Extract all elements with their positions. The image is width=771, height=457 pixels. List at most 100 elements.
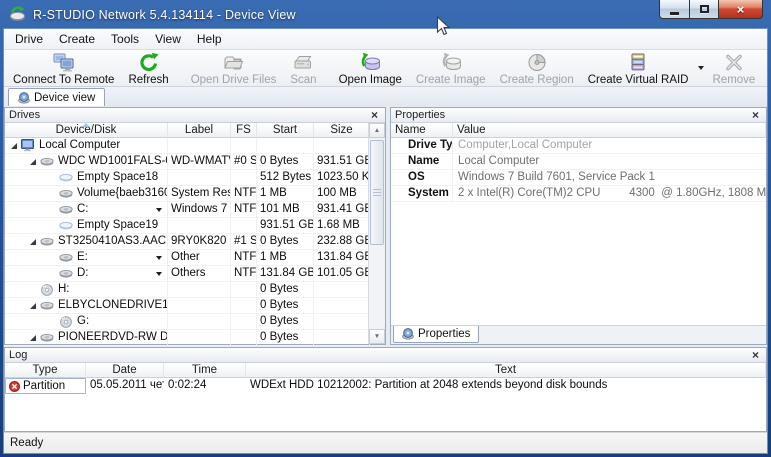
- drives-panel-title: Drives: [9, 109, 40, 121]
- open-image-button[interactable]: Open Image: [332, 51, 409, 86]
- toolbar-button-label: Create Virtual RAID: [588, 74, 689, 86]
- menu-help[interactable]: Help: [189, 29, 230, 49]
- log-row[interactable]: Partition05.05.2011 четв...0:02:24WDExt …: [5, 378, 766, 394]
- drive-row[interactable]: Local Computer: [5, 138, 385, 154]
- log-column-header-text[interactable]: Text: [246, 363, 766, 378]
- cell-label: [168, 218, 231, 233]
- menu-create[interactable]: Create: [51, 29, 103, 49]
- properties-column-header[interactable]: Name Value: [391, 123, 766, 138]
- maximize-icon: [700, 5, 709, 13]
- drive-row[interactable]: Empty Space19931.51 GB1.68 MB: [5, 218, 385, 234]
- empty-disk-icon: [59, 172, 73, 183]
- toolbar-button-label: Connect To Remote: [13, 74, 114, 86]
- drive-row[interactable]: D:OthersNTFS131.84 GB101.05 GB: [5, 266, 385, 282]
- disk-icon: [59, 268, 73, 279]
- row-dropdown-icon[interactable]: [156, 208, 162, 212]
- drives-tree: Local ComputerWDC WD1001FALS-00J...WD-WM…: [5, 138, 385, 346]
- drive-row[interactable]: WDC WD1001FALS-00J...WD-WMATV0...#0 SA..…: [5, 154, 385, 170]
- scroll-down-icon[interactable]: ▼: [369, 329, 385, 344]
- tab-device-view[interactable]: Device view: [8, 88, 105, 106]
- properties-panel-close-icon[interactable]: ×: [749, 109, 762, 122]
- log-time-cell: 0:02:24: [164, 378, 246, 394]
- device-disk-cell: D:: [5, 266, 168, 281]
- column-header-label: Name: [395, 124, 426, 136]
- drives-panel-close-icon[interactable]: ×: [368, 109, 381, 122]
- tab-properties[interactable]: Properties: [393, 326, 479, 343]
- cell-start: 101 MB: [257, 202, 314, 217]
- drive-row[interactable]: C:Windows 7NTFS101 MB931.41 GB: [5, 202, 385, 218]
- toolbar-button-wrap-2: Open Drive Files: [184, 51, 284, 86]
- drive-row[interactable]: Empty Space18512 Bytes1023.50 KB: [5, 170, 385, 186]
- toolbar-button-wrap-8: Remove: [706, 51, 763, 86]
- log-date-cell: 05.05.2011 четв...: [86, 378, 164, 394]
- drives-column-header[interactable]: Device/DiskLabelFSStart Size: [5, 123, 385, 138]
- refresh-button[interactable]: Refresh: [121, 51, 175, 86]
- log-column-header[interactable]: Type Date TimeText: [5, 363, 766, 378]
- create-region-button: Create Region: [493, 51, 581, 86]
- property-row: System2 x Intel(R) Core(TM)2 CPU 4300 @ …: [391, 186, 766, 202]
- scrollbar-thumb[interactable]: [370, 140, 384, 245]
- cell-start: 512 Bytes: [257, 170, 314, 185]
- drive-row[interactable]: ST3250410AS3.AAC9RY0K820#1 SA...0 Bytes2…: [5, 234, 385, 250]
- row-dropdown-icon[interactable]: [156, 256, 162, 260]
- remove-button: Remove: [706, 51, 763, 86]
- status-text: Ready: [10, 437, 43, 449]
- drive-row[interactable]: Volume{baeb3160-...System Reser...NTFS1 …: [5, 186, 385, 202]
- menu-view[interactable]: View: [147, 29, 189, 49]
- menu-tools[interactable]: Tools: [103, 29, 147, 49]
- drive-row[interactable]: G:0 Bytes: [5, 314, 385, 330]
- column-header-label[interactable]: Label: [168, 123, 231, 138]
- create-virtual-raid-button[interactable]: Create Virtual RAID: [581, 51, 696, 86]
- column-header-label: Date: [112, 364, 136, 376]
- drive-row[interactable]: ELBYCLONEDRIVE1.40 Bytes: [5, 298, 385, 314]
- cell-start: 1 MB: [257, 250, 314, 265]
- disk-icon: [40, 332, 54, 343]
- column-header-fs[interactable]: FS: [231, 123, 257, 138]
- properties-panel-title: Properties: [395, 109, 445, 121]
- device-disk-cell: G:: [5, 314, 168, 329]
- expander-expanded-icon[interactable]: [26, 158, 40, 166]
- cell-size: [314, 314, 370, 329]
- maximize-button[interactable]: [689, 0, 718, 19]
- expander-expanded-icon[interactable]: [26, 238, 40, 246]
- cell-start: 931.51 GB: [257, 218, 314, 233]
- minimize-button[interactable]: [659, 0, 689, 19]
- column-header-label: Value: [457, 124, 486, 136]
- properties-column-header-name[interactable]: Name: [391, 123, 453, 138]
- device-name: PIONEERDVD-RW DVR-...: [58, 330, 168, 345]
- cell-label: [168, 170, 231, 185]
- close-button[interactable]: ×: [718, 0, 763, 19]
- toolbar-button-wrap-4: Open Image: [332, 51, 409, 86]
- column-header-label: Size: [330, 124, 352, 136]
- drives-scrollbar[interactable]: ▲ ▼: [368, 123, 385, 344]
- app-window: R-STUDIO Network 5.4.134114 - Device Vie…: [0, 0, 771, 457]
- row-dropdown-icon[interactable]: [156, 272, 162, 276]
- device-name: C:: [77, 202, 89, 217]
- drive-row[interactable]: E:OtherNTFS1 MB131.84 GB: [5, 250, 385, 266]
- column-header-size[interactable]: Size: [314, 123, 370, 138]
- expander-expanded-icon[interactable]: [7, 142, 21, 150]
- properties-tabstrip: Properties: [391, 325, 766, 344]
- properties-column-header-value[interactable]: Value: [453, 123, 766, 138]
- toolbar-button-label: Create Image: [416, 74, 486, 86]
- connect-to-remote-button[interactable]: Connect To Remote: [6, 51, 121, 86]
- column-header-start[interactable]: Start: [257, 123, 314, 138]
- log-type-cell[interactable]: Partition: [5, 378, 86, 394]
- properties-list: Drive TypeComputer,Local ComputerNameLoc…: [391, 138, 766, 202]
- create-virtual-raid-dropdown-icon[interactable]: [696, 51, 706, 86]
- log-column-header-type[interactable]: Type: [5, 363, 86, 378]
- drive-row[interactable]: H:0 Bytes: [5, 282, 385, 298]
- drive-row[interactable]: PIONEERDVD-RW DVR-...0 Bytes: [5, 330, 385, 346]
- log-panel-close-icon[interactable]: ×: [749, 349, 762, 362]
- cell-label: 9RY0K820: [168, 234, 231, 249]
- log-column-header-time[interactable]: Time: [164, 363, 246, 378]
- log-list: Partition05.05.2011 четв...0:02:24WDExt …: [5, 378, 766, 394]
- expander-expanded-icon[interactable]: [26, 302, 40, 310]
- menu-drive[interactable]: Drive: [7, 29, 51, 49]
- log-column-header-date[interactable]: Date: [86, 363, 164, 378]
- property-row: OSWindows 7 Build 7601, Service Pack 1: [391, 170, 766, 186]
- column-header-devicedisk[interactable]: Device/Disk: [5, 123, 168, 138]
- scroll-up-icon[interactable]: ▲: [369, 123, 385, 138]
- expander-expanded-icon[interactable]: [26, 334, 40, 342]
- drives-panel-titlebar: Drives ×: [5, 108, 385, 123]
